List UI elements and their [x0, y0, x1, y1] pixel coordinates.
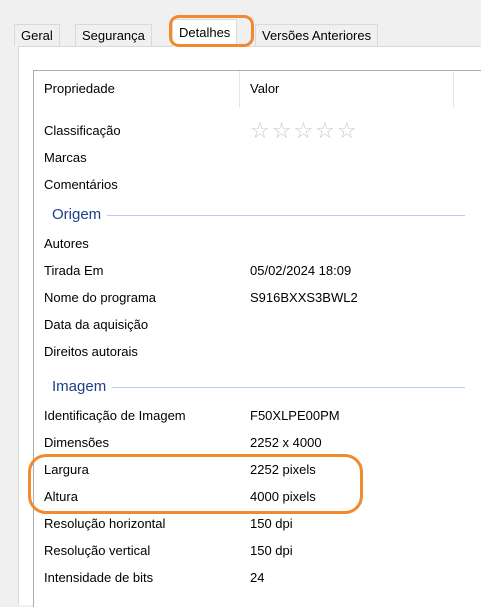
property-value: 2252 pixels [250, 462, 316, 477]
section-divider [52, 387, 465, 388]
rating-stars[interactable]: ☆☆☆☆☆ [250, 117, 359, 144]
list-item-data-da-aquisicao[interactable]: Data da aquisição [34, 311, 481, 338]
details-panel: Propriedade Valor Classificação ☆☆☆☆☆ Ma… [18, 46, 481, 607]
property-name: Direitos autorais [44, 344, 138, 359]
column-header-property[interactable]: Propriedade [34, 71, 240, 107]
tab-detalhes[interactable]: Detalhes [172, 19, 238, 47]
property-name: Resolução vertical [44, 543, 151, 558]
section-header-imagem: Imagem [34, 373, 481, 400]
clipped-row [34, 107, 481, 117]
property-name: Altura [44, 489, 78, 504]
property-value: 150 dpi [250, 516, 293, 531]
list-item-direitos-autorais[interactable]: Direitos autorais [34, 338, 481, 365]
list-item-classificacao[interactable]: Classificação ☆☆☆☆☆ [34, 117, 481, 144]
section-title: Imagem [52, 373, 113, 400]
section-divider [52, 215, 465, 216]
property-value: S916BXXS3BWL2 [250, 290, 358, 305]
list-item-tirada-em[interactable]: Tirada Em 05/02/2024 18:09 [34, 257, 481, 284]
list-item-largura[interactable]: Largura 2252 pixels [34, 456, 481, 483]
list-item-nome-do-programa[interactable]: Nome do programa S916BXXS3BWL2 [34, 284, 481, 311]
property-name: Tirada Em [44, 263, 104, 278]
property-name: Largura [44, 462, 89, 477]
property-list[interactable]: Propriedade Valor Classificação ☆☆☆☆☆ Ma… [33, 70, 481, 607]
list-item-autores[interactable]: Autores [34, 230, 481, 257]
property-name: Identificação de Imagem [44, 408, 186, 423]
tab-geral[interactable]: Geral [14, 24, 60, 46]
property-name: Resolução horizontal [44, 516, 166, 531]
property-name: Nome do programa [44, 290, 156, 305]
list-item-intensidade-de-bits[interactable]: Intensidade de bits 24 [34, 564, 481, 591]
property-value: 24 [250, 570, 265, 585]
property-name: Classificação [44, 123, 121, 138]
property-value: 4000 pixels [250, 489, 316, 504]
section-title: Origem [52, 201, 108, 228]
property-value: 2252 x 4000 [250, 435, 322, 450]
tab-versoes-anteriores[interactable]: Versões Anteriores [255, 24, 379, 46]
list-item-comentarios[interactable]: Comentários [34, 171, 481, 198]
column-header-value[interactable]: Valor [240, 71, 454, 107]
property-value: 150 dpi [250, 543, 293, 558]
property-name: Dimensões [44, 435, 110, 450]
property-name: Data da aquisição [44, 317, 149, 332]
property-name: Autores [44, 236, 89, 251]
list-item-resolucao-vertical[interactable]: Resolução vertical 150 dpi [34, 537, 481, 564]
property-name: Comentários [44, 177, 118, 192]
list-item-resolucao-horizontal[interactable]: Resolução horizontal 150 dpi [34, 510, 481, 537]
list-item-marcas[interactable]: Marcas [34, 144, 481, 171]
tab-seguranca[interactable]: Segurança [75, 24, 152, 46]
property-value: F50XLPE00PM [250, 408, 340, 423]
list-item-dimensoes[interactable]: Dimensões 2252 x 4000 [34, 429, 481, 456]
list-item-altura[interactable]: Altura 4000 pixels [34, 483, 481, 510]
property-name: Intensidade de bits [44, 570, 154, 585]
list-item-identificacao-de-imagem[interactable]: Identificação de Imagem F50XLPE00PM [34, 402, 481, 429]
property-value: 05/02/2024 18:09 [250, 263, 352, 278]
property-name: Marcas [44, 150, 87, 165]
tab-strip: Geral Segurança Detalhes Versões Anterio… [0, 0, 481, 47]
section-header-origem: Origem [34, 201, 481, 228]
